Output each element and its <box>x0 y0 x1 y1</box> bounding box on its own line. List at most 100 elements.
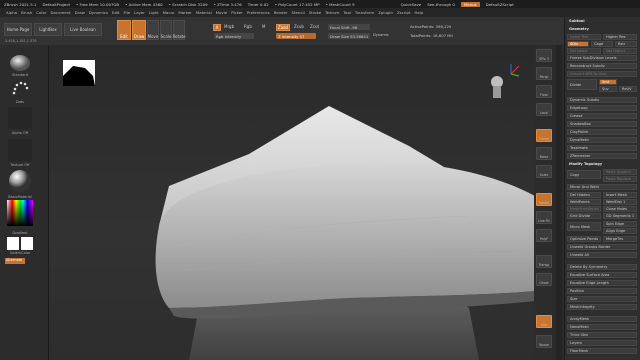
menu-document[interactable]: Document <box>50 10 70 15</box>
align-edge-button[interactable]: Align Edge <box>603 228 637 234</box>
menu-edit[interactable]: Edit <box>112 10 120 15</box>
menu-macro[interactable]: Macro <box>163 10 175 15</box>
del-lower-button[interactable]: Del Lower <box>567 48 601 54</box>
menu-texture[interactable]: Texture <box>325 10 339 15</box>
menu-stencil[interactable]: Stencil <box>292 10 305 15</box>
lower-res-button[interactable]: Lower Res <box>567 34 601 40</box>
mirror-weld-button[interactable]: Mirror And Weld <box>567 184 637 190</box>
texture-thumbnail[interactable] <box>8 139 32 161</box>
weld-points-button[interactable]: WeldPoints <box>567 199 601 205</box>
meshintegrity-section[interactable]: MeshIntegrity <box>567 304 637 310</box>
draw-button[interactable]: Draw <box>132 20 146 40</box>
tray-scrollbar[interactable] <box>556 45 562 360</box>
focal-shift-slider[interactable]: Focal Shift -98 <box>328 24 370 30</box>
menu-zplugin[interactable]: Zplugin <box>378 10 393 15</box>
freeze-subdiv-button[interactable]: Freeze SubDivision Levels <box>567 55 637 61</box>
delete-by-symmetry-button[interactable]: Delete By Symmetry <box>567 264 637 270</box>
material-thumbnail[interactable] <box>8 169 32 193</box>
zremesher-section[interactable]: ZRemesher <box>567 153 637 159</box>
local-button[interactable]: Local <box>536 103 552 116</box>
line-fill-button[interactable]: Line Fill <box>536 211 552 224</box>
shadowbox-section[interactable]: ShadowBox <box>567 121 637 127</box>
menu-marker[interactable]: Marker <box>178 10 191 15</box>
see-through-slider[interactable]: See-through 0 <box>427 2 455 7</box>
home-page-button[interactable]: Home Page <box>4 23 32 36</box>
persp-button[interactable]: Persp <box>536 67 552 80</box>
modify-topology-header[interactable]: Modify Topology <box>567 161 637 167</box>
thick-skin-section[interactable]: Thick Skin <box>567 332 637 338</box>
mesh-from-brush-button[interactable]: MeshFromBrush <box>567 206 601 212</box>
unweld-all-button[interactable]: Unweld All <box>567 252 637 258</box>
arraymesh-section[interactable]: ArrayMesh <box>567 316 637 322</box>
close-holes-button[interactable]: Close Holes <box>603 206 637 212</box>
transp-button[interactable]: Transp <box>536 255 552 268</box>
solo-button[interactable]: Solo <box>536 315 552 328</box>
live-boolean-button[interactable]: Live Boolean <box>64 23 102 36</box>
edgeloop-section[interactable]: EdgeLoop <box>567 105 637 111</box>
reconstruct-subdiv-button[interactable]: Reconstruct Subdiv <box>567 63 637 69</box>
del-higher-button[interactable]: Del Higher <box>603 48 637 54</box>
alpha-thumbnail[interactable] <box>8 107 32 129</box>
menu-render[interactable]: Render <box>274 10 288 15</box>
paste-append-button[interactable]: Paste Append <box>603 169 637 175</box>
copy-button[interactable]: Copy <box>567 170 601 179</box>
default-zscript[interactable]: DefaultZScript <box>486 2 514 7</box>
polyf-button[interactable]: PolyF <box>536 229 552 242</box>
tessimate-section[interactable]: Tessimate <box>567 145 637 151</box>
secondary-color-swatch[interactable] <box>21 237 33 250</box>
canvas-viewport[interactable] <box>48 46 534 360</box>
smt-toggle[interactable]: Smt <box>599 79 617 85</box>
equalize-edge-button[interactable]: Equalize Edge Length <box>567 280 637 286</box>
gd-segments-slider[interactable]: GD Segments 1 <box>603 213 637 219</box>
crease-section[interactable]: Crease <box>567 113 637 119</box>
del-hidden-button[interactable]: Del Hidden <box>567 192 601 198</box>
grid-divide-button[interactable]: Grid Divide <box>567 213 601 219</box>
menu-dynamics[interactable]: Dynamics <box>89 10 108 15</box>
scale-view-button[interactable]: Scale <box>536 165 552 178</box>
reuv-toggle[interactable]: ReUV <box>619 86 637 92</box>
menu-movie[interactable]: Movie <box>216 10 228 15</box>
insert-mesh-button[interactable]: Insert Mesh <box>603 192 637 198</box>
dynamic-subdiv-section[interactable]: Dynamic Subdiv <box>567 97 637 103</box>
mrgb-button[interactable]: Mrgb <box>224 24 234 29</box>
menu-layer[interactable]: Layer <box>134 10 145 15</box>
subtool-header[interactable]: Subtool <box>567 18 637 24</box>
zsub-button[interactable]: Zsub <box>294 24 304 29</box>
suv-toggle[interactable]: Suv <box>599 86 617 92</box>
draw-size-slider[interactable]: Draw Size 93.56641 <box>328 33 370 39</box>
menu-picker[interactable]: Picker <box>231 10 243 15</box>
claypolish-section[interactable]: ClayPolish <box>567 129 637 135</box>
paste-replace-button[interactable]: Paste Replace <box>603 176 637 182</box>
menu-preferences[interactable]: Preferences <box>247 10 270 15</box>
scale-button[interactable]: Scale <box>160 20 172 40</box>
menu-brush[interactable]: Brush <box>21 10 32 15</box>
quicksave-button[interactable]: QuickSave <box>401 2 422 7</box>
main-color-swatch[interactable] <box>7 237 19 250</box>
stroke-thumbnail[interactable] <box>8 78 32 100</box>
color-picker[interactable] <box>7 200 33 226</box>
spin-edge-button[interactable]: Spin Edge <box>603 221 637 227</box>
divide-button[interactable]: Divide <box>567 79 597 90</box>
floor-button[interactable]: Floor <box>536 85 552 98</box>
nanomesh-section[interactable]: NanoMesh <box>567 324 637 330</box>
dynamic-toggle[interactable]: Dynamic <box>373 33 389 37</box>
brush-thumbnail[interactable] <box>8 51 32 73</box>
frame-button[interactable]: Frame <box>536 129 552 142</box>
menu-color[interactable]: Color <box>36 10 46 15</box>
menu-tool[interactable]: Tool <box>343 10 351 15</box>
menu-stroke[interactable]: Stroke <box>309 10 321 15</box>
higher-res-button[interactable]: Higher Res <box>603 34 637 40</box>
zcut-button[interactable]: Zcut <box>310 24 319 29</box>
rgb-button[interactable]: Rgb <box>244 24 252 29</box>
menu-material[interactable]: Material <box>196 10 212 15</box>
size-section[interactable]: Size <box>567 296 637 302</box>
sdiv-slider[interactable]: SDiv <box>567 41 589 47</box>
rotate-button[interactable]: Rotate <box>172 20 186 40</box>
rstr-button[interactable]: Rstr <box>615 41 637 47</box>
xpose-button[interactable]: Xpose <box>536 335 552 348</box>
weld-dist-slider[interactable]: WeldDist 1 <box>603 199 637 205</box>
cage-button[interactable]: Cage <box>591 41 613 47</box>
layers-section[interactable]: Layers <box>567 340 637 346</box>
equalize-surface-button[interactable]: Equalize Surface Area <box>567 272 637 278</box>
alternate-button[interactable]: Alternate <box>5 258 25 264</box>
